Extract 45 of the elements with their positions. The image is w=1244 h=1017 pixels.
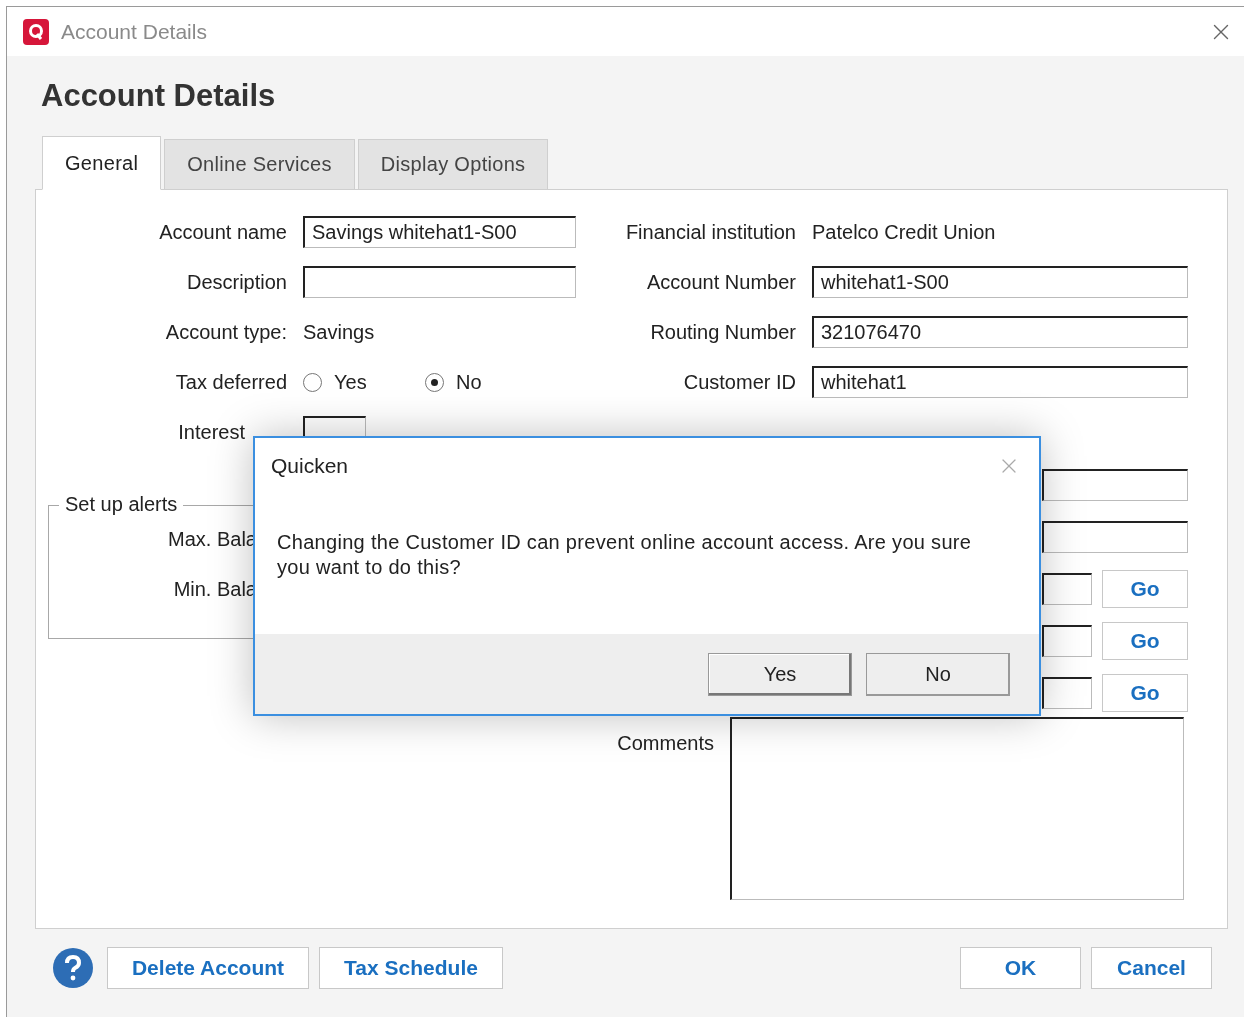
- field-label: Interest: [177, 420, 245, 445]
- dialog-button[interactable]: Yes: [708, 652, 852, 696]
- help-icon[interactable]: [53, 948, 93, 988]
- tab[interactable]: General: [42, 136, 162, 190]
- radio-button[interactable]: [425, 372, 444, 392]
- footer-button[interactable]: OK: [960, 947, 1081, 989]
- text-field[interactable]: [1042, 469, 1188, 501]
- page-heading: Account Details: [41, 77, 277, 115]
- go-button[interactable]: Go: [1102, 674, 1188, 712]
- text-field[interactable]: [1042, 677, 1092, 709]
- text-field[interactable]: 321076470: [812, 316, 1188, 348]
- go-button[interactable]: Go: [1102, 622, 1188, 660]
- tab[interactable]: Display Options: [357, 139, 549, 190]
- text-field[interactable]: [1042, 573, 1092, 605]
- tab[interactable]: Online Services: [164, 139, 355, 190]
- field-label: Account Number: [646, 270, 796, 295]
- window-title: Account Details: [61, 19, 208, 44]
- footer-button[interactable]: Delete Account: [107, 947, 309, 989]
- dialog-message: Changing the Customer ID can prevent online account access. Are you sure you want to do this?: [277, 530, 973, 580]
- text-field[interactable]: Savings whitehat1-S00: [303, 216, 576, 248]
- field-value: Patelco Credit Union: [812, 221, 996, 243]
- field-label: Routing Number: [649, 320, 796, 345]
- field-label: Account name: [158, 220, 287, 245]
- text-field[interactable]: [1042, 625, 1092, 657]
- text-field[interactable]: whitehat1: [812, 366, 1188, 398]
- field-label: Account type:: [164, 320, 287, 345]
- field-value: Savings: [303, 321, 375, 343]
- field-label: Description: [185, 270, 287, 295]
- footer-button[interactable]: Cancel: [1091, 947, 1212, 989]
- field-label: Comments: [616, 731, 714, 756]
- text-field[interactable]: [1042, 521, 1188, 553]
- group-title: Set up alerts: [59, 493, 184, 516]
- radio-label: Yes: [334, 370, 367, 395]
- text-field[interactable]: whitehat1-S00: [812, 266, 1188, 298]
- text-field[interactable]: [303, 266, 576, 298]
- radio-label: No: [456, 370, 482, 395]
- dialog-button[interactable]: No: [866, 652, 1010, 696]
- radio-button[interactable]: [303, 372, 322, 392]
- dialog-title: Quicken: [271, 454, 349, 479]
- go-button[interactable]: Go: [1102, 570, 1188, 608]
- footer-button[interactable]: Tax Schedule: [319, 947, 503, 989]
- field-label: Customer ID: [682, 370, 796, 395]
- app-logo-icon: [23, 18, 49, 45]
- field-label: Financial institution: [624, 220, 796, 245]
- field-label: Tax deferred: [174, 370, 287, 395]
